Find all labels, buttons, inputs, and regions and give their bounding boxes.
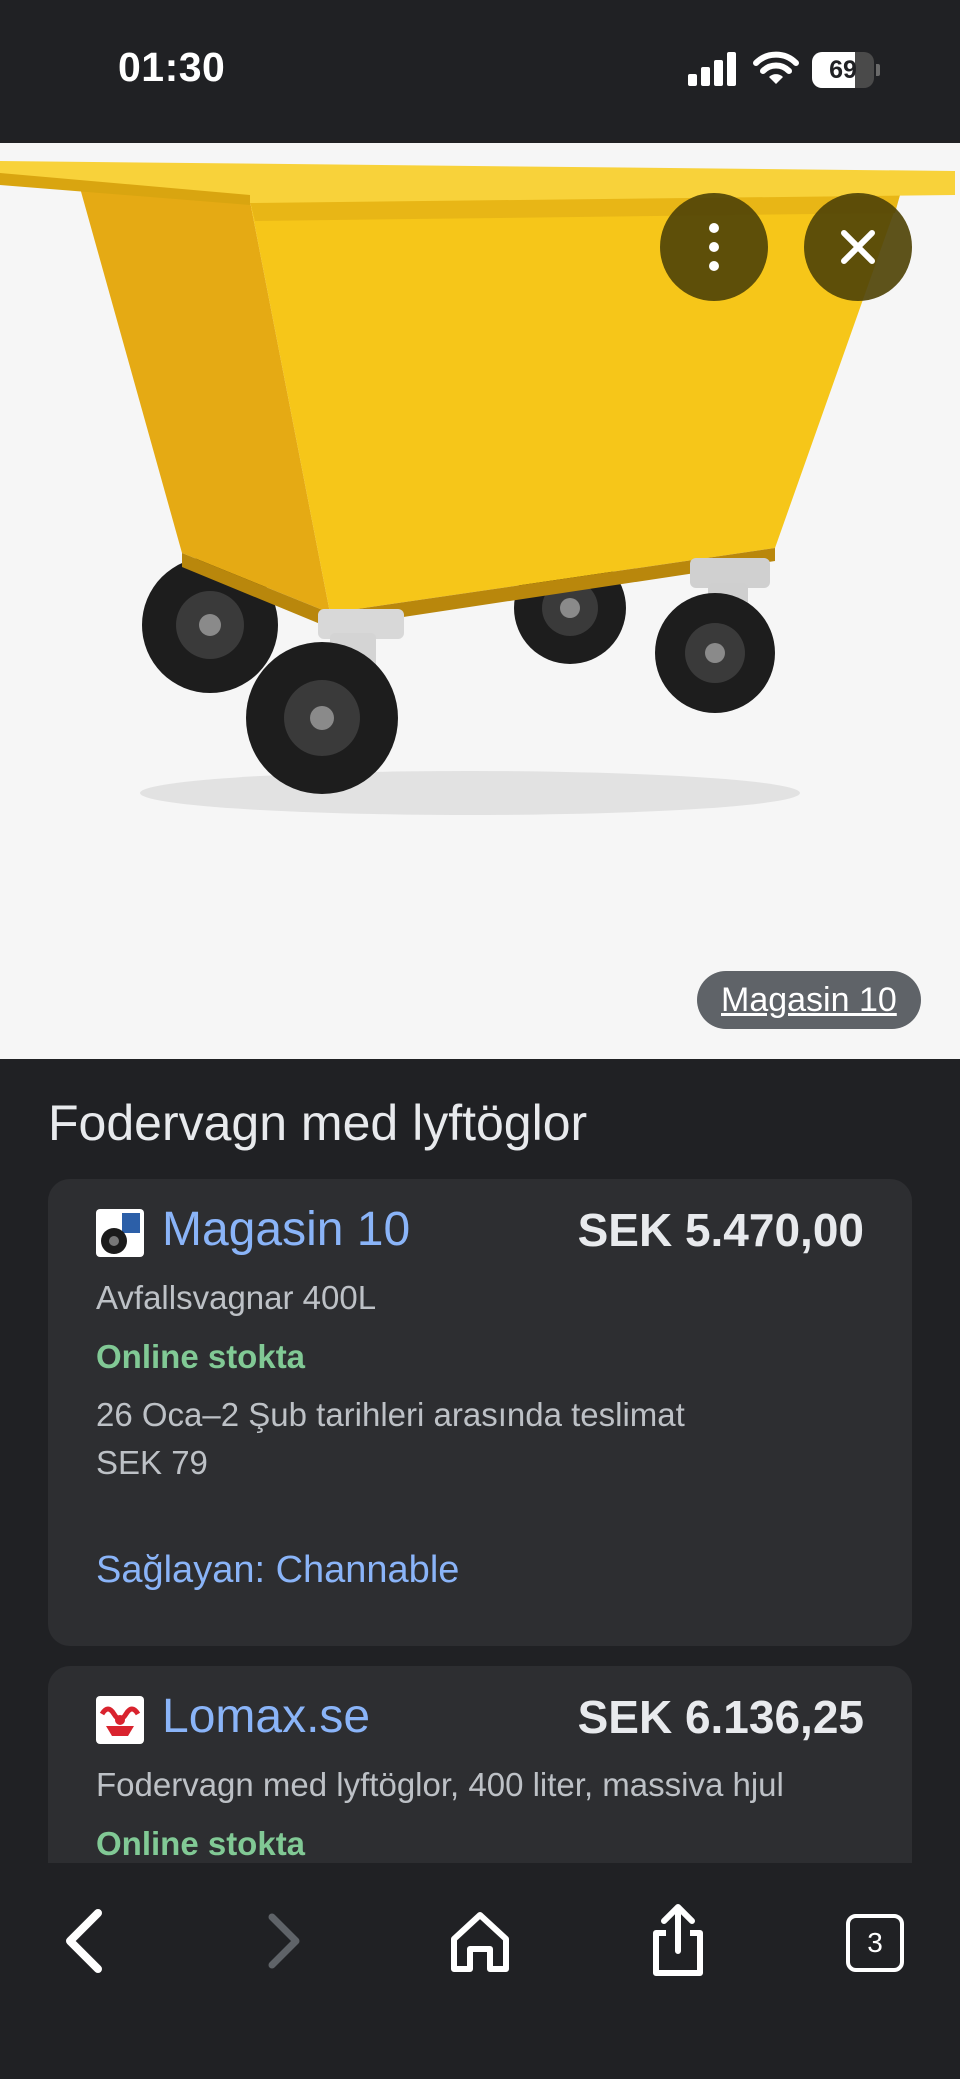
- home-button[interactable]: [430, 1891, 530, 1991]
- forward-button[interactable]: [232, 1891, 332, 1991]
- more-options-button[interactable]: [660, 193, 768, 301]
- stock-status: Online stokta: [96, 1338, 306, 1375]
- share-icon: [653, 1904, 703, 1976]
- offer-card[interactable]: Magasin 10 SEK 5.470,00 Avfallsvagnar 40…: [48, 1179, 912, 1646]
- close-icon: [841, 230, 875, 264]
- chevron-left-icon: [66, 1909, 102, 1973]
- offer-subtitle: Fodervagn med lyftöglor, 400 liter, mass…: [96, 1766, 784, 1803]
- seller-name-link[interactable]: Magasin 10: [162, 1202, 410, 1257]
- seller-favicon: [96, 1209, 144, 1257]
- close-button[interactable]: [804, 193, 912, 301]
- image-source-link[interactable]: Magasin 10: [697, 971, 921, 1029]
- back-button[interactable]: [34, 1891, 134, 1991]
- provider-link[interactable]: Sağlayan: Channable: [96, 1549, 459, 1592]
- shipping-cost: SEK 79: [96, 1444, 208, 1481]
- share-button[interactable]: [628, 1891, 728, 1991]
- delivery-info: 26 Oca–2 Şub tarihleri arasında teslimat: [96, 1396, 685, 1433]
- image-viewer[interactable]: Magasin 10: [0, 143, 960, 1059]
- battery-level: 69: [829, 56, 857, 84]
- more-vertical-icon: [709, 223, 719, 233]
- product-title: Fodervagn med lyftöglor: [48, 1095, 588, 1151]
- chevron-right-icon: [268, 1913, 300, 1969]
- home-icon: [451, 1912, 509, 1972]
- browser-toolbar: 3: [0, 1863, 960, 2079]
- status-time: 01:30: [118, 44, 226, 90]
- stock-status: Online stokta: [96, 1825, 306, 1862]
- battery-icon: 69: [812, 52, 880, 88]
- offer-price: SEK 5.470,00: [577, 1204, 864, 1256]
- tabs-count: 3: [846, 1914, 904, 1972]
- offer-subtitle: Avfallsvagnar 400L: [96, 1279, 377, 1316]
- tabs-button[interactable]: 3: [826, 1891, 926, 1991]
- offer-price: SEK 6.136,25: [577, 1691, 864, 1743]
- wifi-icon: [753, 51, 799, 84]
- status-bar: 01:30 69: [0, 0, 960, 143]
- cellular-signal-icon: [688, 52, 738, 86]
- seller-favicon: [96, 1696, 144, 1744]
- seller-name-link[interactable]: Lomax.se: [162, 1689, 370, 1744]
